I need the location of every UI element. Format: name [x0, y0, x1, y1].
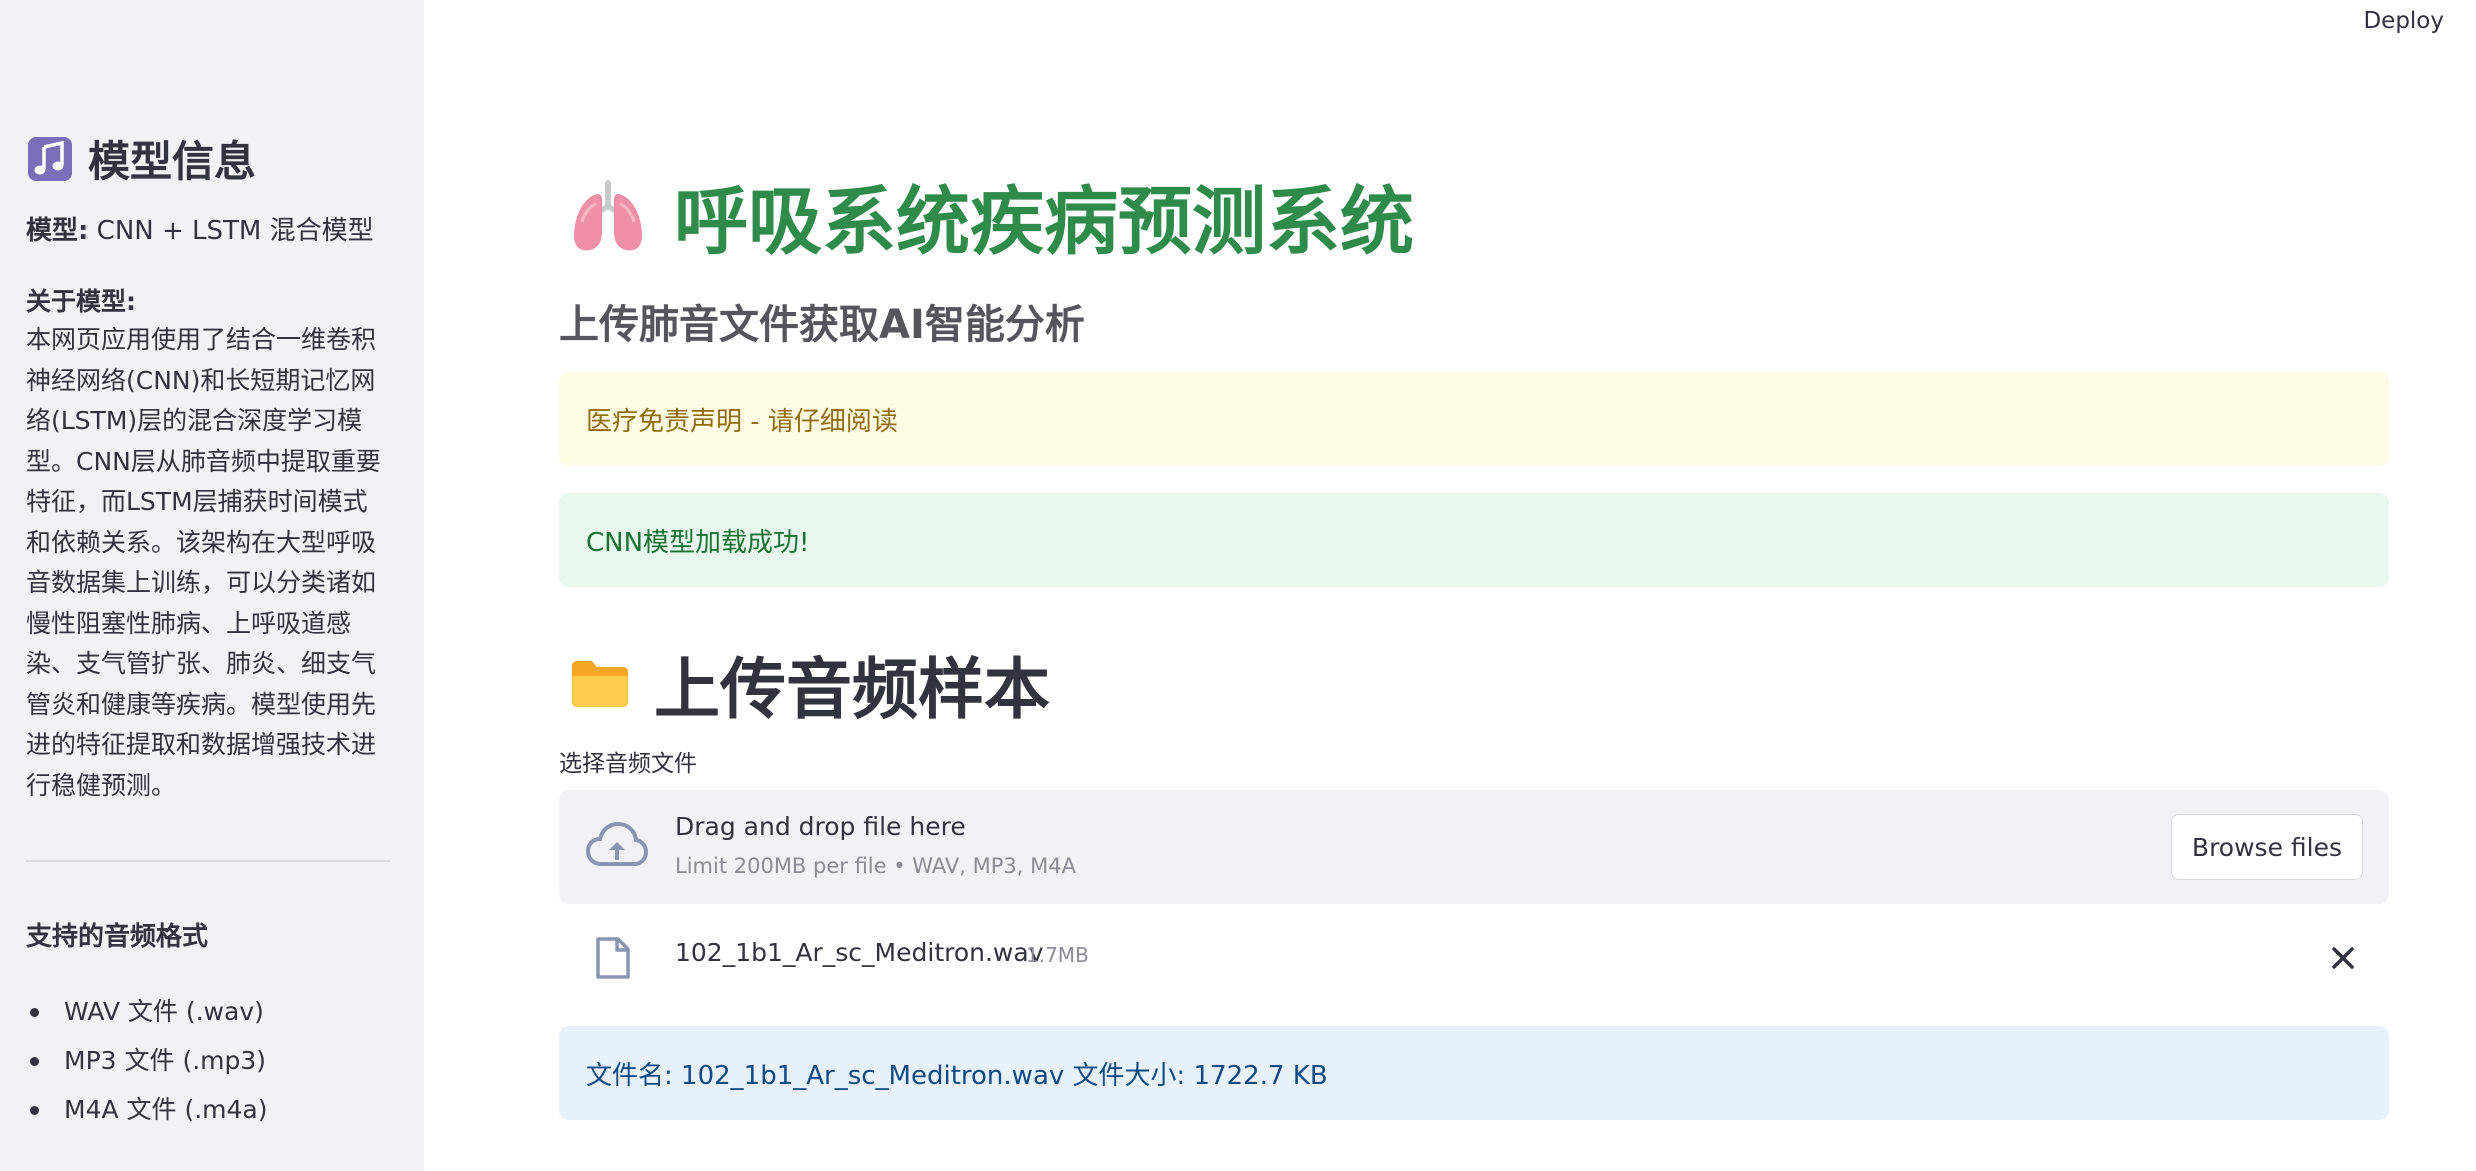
deploy-button[interactable]: Deploy: [2363, 6, 2444, 36]
folder-icon: [572, 661, 628, 707]
success-text: CNN模型加载成功!: [586, 527, 810, 558]
sidebar-title: 模型信息: [26, 128, 256, 189]
file-uploader-label: 选择音频文件: [559, 751, 697, 777]
format-item: WAV 文件 (.wav): [26, 990, 268, 1039]
format-item: M4A 文件 (.m4a): [26, 1088, 268, 1137]
cloud-upload-icon: [585, 821, 649, 866]
close-icon[interactable]: [2325, 940, 2361, 976]
file-info-text: 文件名: 102_1b1_Ar_sc_Meditron.wav 文件大小: 17…: [586, 1060, 1328, 1091]
dropzone-limit: Limit 200MB per file • WAV, MP3, M4A: [675, 854, 1076, 878]
formats-title: 支持的音频格式: [26, 922, 209, 952]
formats-list: WAV 文件 (.wav) MP3 文件 (.mp3) M4A 文件 (.m4a…: [26, 990, 268, 1137]
dropzone-instructions: Drag and drop file here: [675, 812, 966, 841]
page-title: 呼吸系统疾病预测系统: [568, 162, 1414, 269]
lungs-icon: [574, 179, 642, 250]
uploaded-file-name: 102_1b1_Ar_sc_Meditron.wav: [675, 938, 1044, 967]
sidebar-divider: [26, 860, 390, 862]
uploaded-file: 102_1b1_Ar_sc_Meditron.wav 1.7MB: [559, 918, 2389, 998]
upload-section-title: 上传音频样本: [568, 636, 1050, 732]
music-note-icon: [28, 136, 72, 181]
model-loaded-alert: CNN模型加载成功!: [559, 493, 2389, 587]
page-title-text: 呼吸系统疾病预测系统: [674, 179, 1414, 265]
disclaimer-text: 医疗免责声明 - 请仔细阅读: [586, 406, 898, 437]
uploaded-file-size: 1.7MB: [1026, 943, 1089, 967]
file-icon: [596, 937, 630, 979]
browse-files-button[interactable]: Browse files: [2170, 814, 2363, 880]
section-title-text: 上传音频样本: [654, 651, 1050, 728]
page-subtitle: 上传肺音文件获取AI智能分析: [559, 302, 1085, 348]
sidebar-title-text: 模型信息: [88, 137, 257, 186]
about-label: 关于模型:: [26, 287, 136, 316]
model-value: CNN + LSTM 混合模型: [88, 216, 374, 246]
about-text: 本网页应用使用了结合一维卷积神经网络(CNN)和长短期记忆网络(LSTM)层的混…: [26, 325, 381, 800]
format-item: MP3 文件 (.mp3): [26, 1039, 268, 1088]
file-info-alert: 文件名: 102_1b1_Ar_sc_Meditron.wav 文件大小: 17…: [559, 1026, 2389, 1120]
file-dropzone[interactable]: Drag and drop file here Limit 200MB per …: [559, 790, 2389, 904]
disclaimer-alert[interactable]: 医疗免责声明 - 请仔细阅读: [559, 372, 2389, 466]
model-info: 模型: CNN + LSTM 混合模型: [26, 210, 374, 247]
model-label: 模型:: [26, 216, 89, 246]
sidebar: 模型信息 模型: CNN + LSTM 混合模型 关于模型: 本网页应用使用了结…: [0, 0, 424, 1171]
